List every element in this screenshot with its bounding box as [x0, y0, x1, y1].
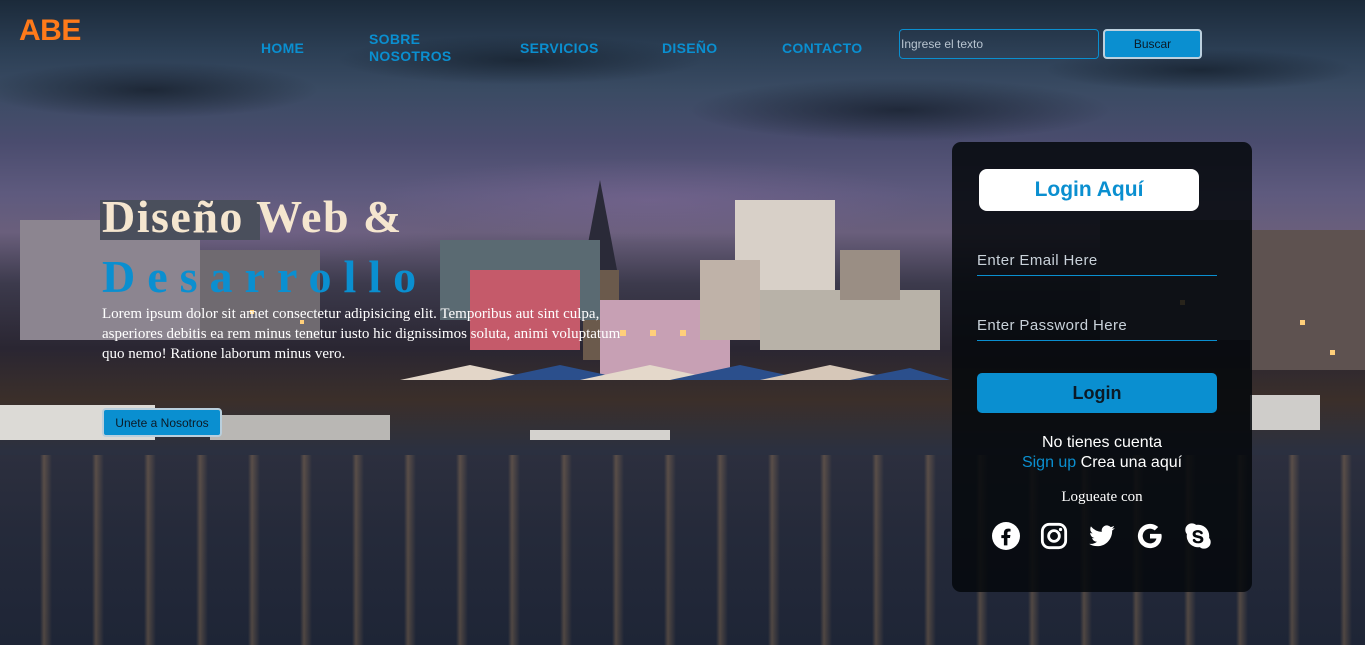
login-button[interactable]: Login [977, 373, 1217, 413]
instagram-icon[interactable] [1040, 522, 1068, 550]
search-input[interactable] [899, 29, 1099, 59]
signup-line: Sign up Crea una aquí [952, 454, 1252, 472]
hero-description: Lorem ipsum dolor sit amet consectetur a… [102, 306, 621, 362]
signup-text: Crea una aquí [1076, 454, 1183, 471]
google-icon[interactable] [1136, 522, 1164, 550]
nav-sobre-nosotros[interactable]: SOBRE NOSOTROS [369, 31, 452, 65]
login-card: Login Aquí Login No tienes cuenta Sign u… [952, 142, 1252, 592]
facebook-icon[interactable] [992, 522, 1020, 550]
search-button[interactable]: Buscar [1103, 29, 1202, 59]
email-field[interactable] [977, 246, 1217, 276]
nav-diseno[interactable]: DISEÑO [662, 40, 717, 57]
hero-title: Diseño Web & [102, 191, 403, 242]
site-logo[interactable]: ABE [19, 14, 81, 48]
signup-link[interactable]: Sign up [1022, 454, 1076, 471]
skype-icon[interactable] [1184, 522, 1212, 550]
no-account-text: No tienes cuenta [1041, 434, 1163, 451]
hero-subtitle: Desarrollo [102, 251, 429, 302]
login-title: Login Aquí [979, 169, 1199, 211]
login-with-label: Logueate con [1061, 489, 1143, 505]
password-field[interactable] [977, 311, 1217, 341]
nav-servicios[interactable]: SERVICIOS [520, 40, 599, 57]
join-us-button[interactable]: Unete a Nosotros [102, 408, 222, 437]
nav-home[interactable]: HOME [261, 40, 304, 57]
twitter-icon[interactable] [1088, 522, 1116, 550]
nav-contacto[interactable]: CONTACTO [782, 40, 862, 57]
